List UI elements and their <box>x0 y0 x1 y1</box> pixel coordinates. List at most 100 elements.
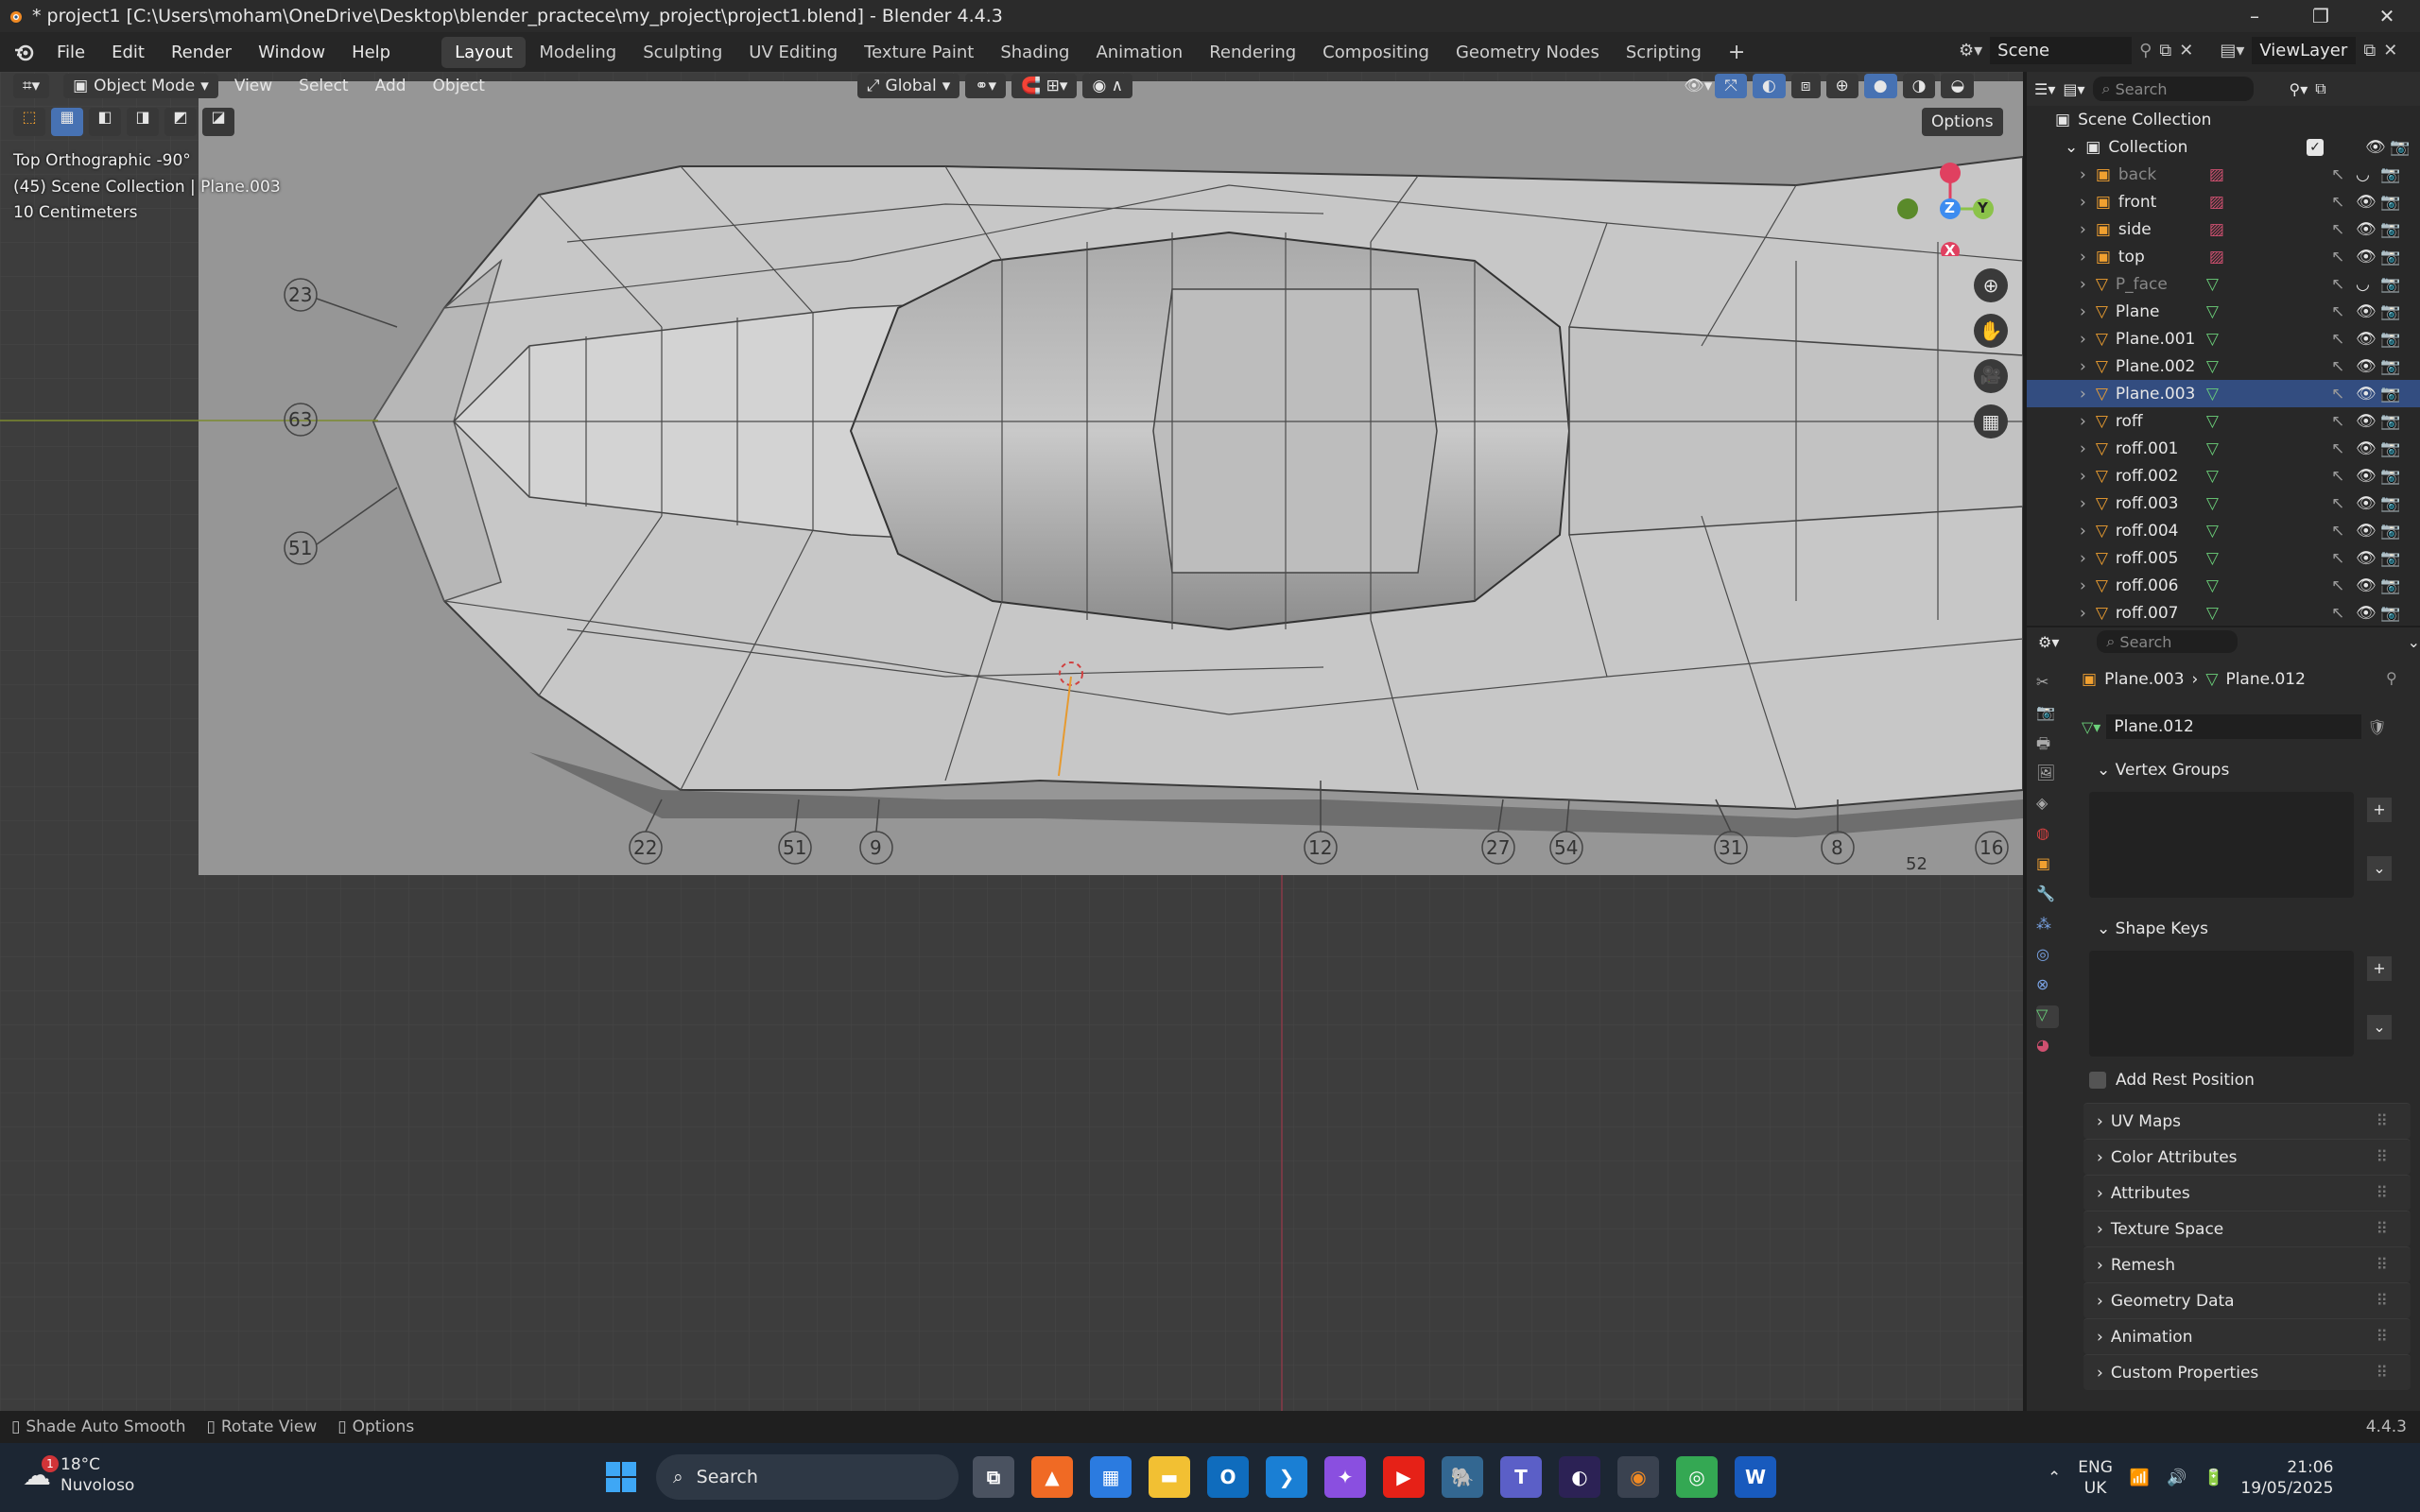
collapsed-panel[interactable]: › Remesh ⠿ <box>2083 1246 2411 1282</box>
panel-shape-keys[interactable]: ⌄ Shape Keys <box>2083 911 2411 947</box>
drag-handle-icon[interactable]: ⠿ <box>2377 1364 2388 1383</box>
navigation-gizmo[interactable]: Z Y X <box>1891 152 2004 261</box>
visibility-eye-icon[interactable]: 👁 <box>2356 357 2377 376</box>
delete-viewlayer-icon[interactable]: ✕ <box>2383 41 2397 60</box>
pan-view-icon[interactable]: ✋ <box>1974 314 2008 348</box>
select-arrow-icon[interactable]: ↖ <box>2331 248 2344 266</box>
select-arrow-icon[interactable]: ↖ <box>2331 522 2344 541</box>
tab-scripting[interactable]: Scripting <box>1613 37 1715 68</box>
collection-checkbox[interactable]: ✓ <box>2307 138 2324 156</box>
outliner-search-field[interactable]: ⌕ Search <box>2092 77 2254 101</box>
clock[interactable]: 21:06 19/05/2025 <box>2240 1457 2333 1499</box>
add-vertex-group-icon[interactable]: + <box>2367 798 2392 822</box>
tab-modeling[interactable]: Modeling <box>526 37 630 68</box>
expand-icon[interactable]: › <box>2080 439 2086 458</box>
render-camera-icon[interactable]: 📷 <box>2380 439 2400 458</box>
mesh-name-field[interactable]: Plane.012 <box>2106 714 2362 739</box>
m365-copilot-icon[interactable]: ✦ <box>1324 1456 1366 1498</box>
visibility-eye-icon[interactable]: 👁 <box>2356 302 2377 321</box>
tab-rendering[interactable]: Rendering <box>1196 37 1309 68</box>
new-collection-icon[interactable]: ⧉ <box>2315 79 2325 98</box>
overlay-toggle-icon[interactable]: ◐ <box>1752 74 1786 98</box>
outliner-row[interactable]: › ▣ back ▨ ↖ ◡ 📷 <box>2027 161 2420 188</box>
outliner-editor-icon[interactable]: ☰▾ <box>2034 80 2055 98</box>
outliner-row[interactable]: › ▽ roff.004 ▽ ↖ 👁 📷 <box>2027 517 2420 544</box>
select-box-tool-icon[interactable]: ⬚ <box>13 108 45 136</box>
tab-animation[interactable]: Animation <box>1082 37 1196 68</box>
new-scene-icon[interactable]: ⧉ <box>2159 41 2171 60</box>
vertex-groups-list[interactable] <box>2089 792 2354 898</box>
drag-handle-icon[interactable]: ⠿ <box>2377 1184 2388 1203</box>
render-camera-icon[interactable]: 📷 <box>2380 357 2400 376</box>
fake-user-icon[interactable]: 🛡 <box>2367 718 2386 736</box>
gizmo-toggle-icon[interactable]: ⤧ <box>1715 74 1747 98</box>
file-explorer-icon[interactable]: ▬ <box>1149 1456 1190 1498</box>
outliner-row[interactable]: › ▽ Plane.002 ▽ ↖ 👁 📷 <box>2027 352 2420 380</box>
close-window-button[interactable]: ✕ <box>2354 0 2420 32</box>
mesh-browse-icon[interactable]: ▽▾ <box>2082 718 2100 736</box>
render-camera-icon[interactable]: 📷 <box>2380 385 2400 404</box>
youtube-icon[interactable]: ▶ <box>1383 1456 1425 1498</box>
render-camera-icon[interactable]: 📷 <box>2380 494 2400 513</box>
expand-icon[interactable]: › <box>2080 220 2086 239</box>
add-menu[interactable]: Add <box>362 77 420 95</box>
volume-icon[interactable]: 🔊 <box>2167 1469 2187 1487</box>
visibility-eye-icon[interactable]: ◡ <box>2356 275 2370 294</box>
visibility-eye-icon[interactable]: 👁 <box>2356 467 2377 486</box>
tray-chevron-icon[interactable]: ⌃ <box>2048 1469 2061 1487</box>
render-camera-icon[interactable]: 📷 <box>2380 165 2400 184</box>
render-camera-icon[interactable]: 📷 <box>2390 138 2410 157</box>
expand-icon[interactable]: › <box>2080 522 2086 541</box>
expand-icon[interactable]: › <box>2080 412 2086 431</box>
menu-help[interactable]: Help <box>338 43 404 62</box>
outliner-row[interactable]: › ▽ roff ▽ ↖ 👁 📷 <box>2027 407 2420 435</box>
visibility-eye-icon[interactable]: ◡ <box>2356 165 2370 184</box>
properties-options-icon[interactable]: ⌄ <box>2408 633 2420 651</box>
select-arrow-icon[interactable]: ↖ <box>2331 165 2344 184</box>
word-icon[interactable]: W <box>1735 1456 1776 1498</box>
view-menu[interactable]: View <box>221 77 285 95</box>
tab-uv-editing[interactable]: UV Editing <box>735 37 851 68</box>
object-menu[interactable]: Object <box>420 77 498 95</box>
xray-toggle-icon[interactable]: ⧈ <box>1790 74 1821 98</box>
visibility-eye-icon[interactable]: 👁 <box>2356 439 2377 458</box>
select-arrow-icon[interactable]: ↖ <box>2331 549 2344 568</box>
language-indicator[interactable]: ENG UK <box>2078 1457 2113 1499</box>
select-mode-intersect-icon[interactable]: ◪ <box>202 108 234 136</box>
expand-icon[interactable]: › <box>2080 467 2086 486</box>
tab-shading[interactable]: Shading <box>987 37 1082 68</box>
expand-icon[interactable]: › <box>2080 165 2086 184</box>
taskbar-search-box[interactable]: ⌕ Search <box>656 1454 959 1500</box>
visibility-eye-icon[interactable]: 👁 <box>2356 248 2377 266</box>
zoom-view-icon[interactable]: ⊕ <box>1974 268 2008 302</box>
expand-icon[interactable]: › <box>2080 193 2086 212</box>
tab-compositing[interactable]: Compositing <box>1309 37 1443 68</box>
tab-layout[interactable]: Layout <box>441 36 527 68</box>
shading-solid-icon[interactable]: ● <box>1863 74 1897 98</box>
options-button[interactable]: Options <box>1922 108 2003 136</box>
expand-icon[interactable]: › <box>2080 604 2086 623</box>
menu-render[interactable]: Render <box>158 43 245 62</box>
postgresql-icon[interactable]: 🐘 <box>1442 1456 1483 1498</box>
drag-handle-icon[interactable]: ⠿ <box>2377 1328 2388 1347</box>
render-camera-icon[interactable]: 📷 <box>2380 576 2400 595</box>
outliner-row[interactable]: › ▣ top ▨ ↖ 👁 📷 <box>2027 243 2420 270</box>
select-arrow-icon[interactable]: ↖ <box>2331 439 2344 458</box>
add-shape-key-icon[interactable]: + <box>2367 956 2392 981</box>
visibility-icon[interactable]: 👁▾ <box>1684 77 1712 95</box>
outliner-scene-collection[interactable]: ▣ Scene Collection <box>2027 106 2420 133</box>
outlook-icon[interactable]: O <box>1207 1456 1249 1498</box>
tab-sculpting[interactable]: Sculpting <box>630 37 735 68</box>
outliner-row[interactable]: › ▽ roff.001 ▽ ↖ 👁 📷 <box>2027 435 2420 462</box>
expand-icon[interactable]: › <box>2080 302 2086 321</box>
select-arrow-icon[interactable]: ↖ <box>2331 357 2344 376</box>
visibility-eye-icon[interactable]: 👁 <box>2356 330 2377 349</box>
expand-icon[interactable]: › <box>2080 549 2086 568</box>
tab-geometry-nodes[interactable]: Geometry Nodes <box>1443 37 1613 68</box>
pivot-icon[interactable]: ⚭▾ <box>965 74 1007 98</box>
select-arrow-icon[interactable]: ↖ <box>2331 494 2344 513</box>
collapse-icon[interactable]: ⌄ <box>2065 138 2078 157</box>
expand-icon[interactable]: › <box>2080 494 2086 513</box>
chrome-icon[interactable]: ◎ <box>1676 1456 1718 1498</box>
outliner-collection[interactable]: ⌄ ▣ Collection ✓ 👁 📷 <box>2027 133 2420 161</box>
